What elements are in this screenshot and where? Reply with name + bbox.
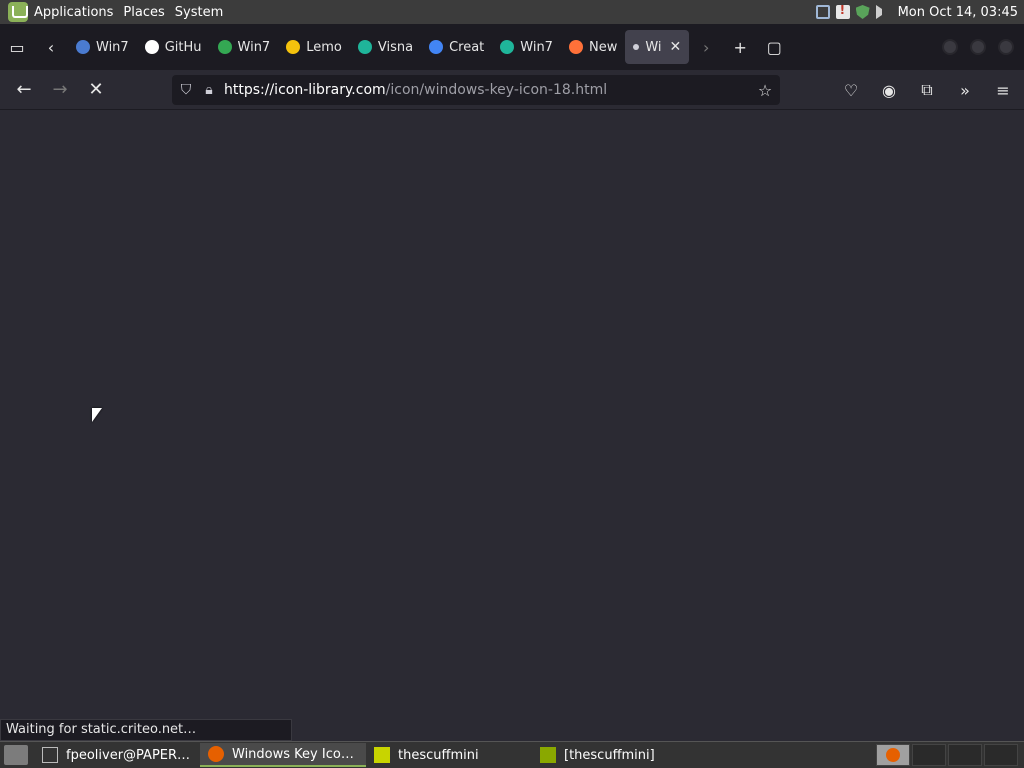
- network-icon[interactable]: [815, 5, 830, 19]
- lock-icon[interactable]: 🔒︎: [200, 82, 218, 98]
- extensions-icon[interactable]: ⧉: [910, 72, 944, 108]
- maximize-button[interactable]: [970, 39, 986, 55]
- account-icon[interactable]: ◉: [872, 72, 906, 108]
- tab[interactable]: GitHu: [137, 30, 210, 64]
- update-alert-icon[interactable]: [835, 3, 850, 19]
- taskbar-item[interactable]: thescuffmini: [366, 743, 532, 767]
- menu-system[interactable]: System: [173, 5, 231, 20]
- system-tray: Mon Oct 14, 03:45: [815, 3, 1024, 20]
- workspace-4[interactable]: [984, 744, 1018, 766]
- overflow-chevron-icon[interactable]: »: [948, 72, 982, 108]
- mouse-cursor-icon: [92, 408, 102, 422]
- minimize-button[interactable]: [942, 39, 958, 55]
- workspace-2[interactable]: [912, 744, 946, 766]
- url-host: https://icon-library.com: [224, 82, 386, 98]
- tab[interactable]: Win7: [492, 30, 561, 64]
- hamburger-menu-icon[interactable]: ≡: [986, 72, 1020, 108]
- clock[interactable]: Mon Oct 14, 03:45: [898, 5, 1018, 20]
- tab-favicon-icon: [286, 40, 301, 54]
- navigation-toolbar: ← → ✕ ⛉ 🔒︎ https://icon-library.com/icon…: [0, 70, 1024, 110]
- mint-menu-icon[interactable]: [8, 2, 28, 22]
- volume-icon[interactable]: [875, 5, 886, 19]
- shield-icon[interactable]: [855, 5, 870, 19]
- google-icon: [429, 40, 444, 54]
- status-text: Waiting for static.criteo.net…: [0, 719, 292, 741]
- scroll-tabs-right-icon[interactable]: ›: [689, 30, 723, 64]
- firefox-icon: [568, 40, 583, 54]
- window-icon[interactable]: ▢: [757, 30, 791, 64]
- tab-overview-icon[interactable]: ▭: [0, 30, 34, 64]
- tab[interactable]: Win7: [210, 30, 279, 64]
- pocket-icon[interactable]: ♡: [834, 72, 868, 108]
- bookmark-star-icon[interactable]: ☆: [750, 81, 780, 100]
- tab[interactable]: New: [561, 30, 625, 64]
- terminal-icon: [42, 747, 58, 763]
- tab[interactable]: Win7: [68, 30, 137, 64]
- window-controls: [942, 39, 1024, 55]
- loading-favicon-icon: [633, 44, 640, 50]
- menu-applications[interactable]: Applications: [32, 5, 121, 20]
- taskbar-item-active[interactable]: Windows Key Icon #…: [200, 743, 366, 767]
- close-tab-icon[interactable]: ✕: [670, 39, 682, 55]
- tab[interactable]: Creat: [421, 30, 492, 64]
- tab[interactable]: Lemo: [278, 30, 350, 64]
- tab-favicon-icon: [357, 40, 372, 54]
- url-path: /icon/windows-key-icon-18.html: [385, 82, 608, 98]
- taskbar-item[interactable]: fpeoliver@PAPERS…: [34, 743, 200, 767]
- play-store-icon: [217, 40, 232, 54]
- new-tab-icon[interactable]: +: [723, 30, 757, 64]
- taskbar-item[interactable]: [thescuffmini]: [532, 743, 698, 767]
- bottom-taskbar: fpeoliver@PAPERS… Windows Key Icon #… th…: [0, 741, 1024, 768]
- url-bar[interactable]: ⛉ 🔒︎ https://icon-library.com/icon/windo…: [172, 75, 780, 105]
- workspace-switcher: [876, 744, 1024, 766]
- show-desktop-icon[interactable]: [4, 745, 28, 765]
- scroll-tabs-left-icon[interactable]: ‹: [34, 30, 68, 64]
- tab-active[interactable]: Wi ✕: [625, 30, 690, 64]
- workspace-1[interactable]: [876, 744, 910, 766]
- system-top-panel: Applications Places System Mon Oct 14, 0…: [0, 0, 1024, 24]
- tab-favicon-icon: [76, 40, 90, 54]
- back-arrow-icon[interactable]: ←: [6, 72, 42, 108]
- app-icon: [374, 747, 390, 763]
- tab-favicon-icon: [500, 40, 515, 54]
- firefox-icon: [208, 746, 224, 762]
- forward-arrow-icon[interactable]: →: [42, 72, 78, 108]
- menu-places[interactable]: Places: [121, 5, 172, 20]
- workspace-3[interactable]: [948, 744, 982, 766]
- close-window-button[interactable]: [998, 39, 1014, 55]
- toolbar-right: ♡ ◉ ⧉ » ≡: [834, 72, 1020, 108]
- tab-strip: ▭ ‹ Win7 GitHu Win7 Lemo Visna Creat Win…: [0, 24, 1024, 70]
- tab[interactable]: Visna: [350, 30, 421, 64]
- stop-loading-icon[interactable]: ✕: [78, 72, 114, 108]
- app-icon: [540, 747, 556, 763]
- github-icon: [144, 40, 159, 54]
- tracking-protection-shield-icon[interactable]: ⛉: [172, 82, 200, 98]
- page-content[interactable]: [0, 111, 1024, 741]
